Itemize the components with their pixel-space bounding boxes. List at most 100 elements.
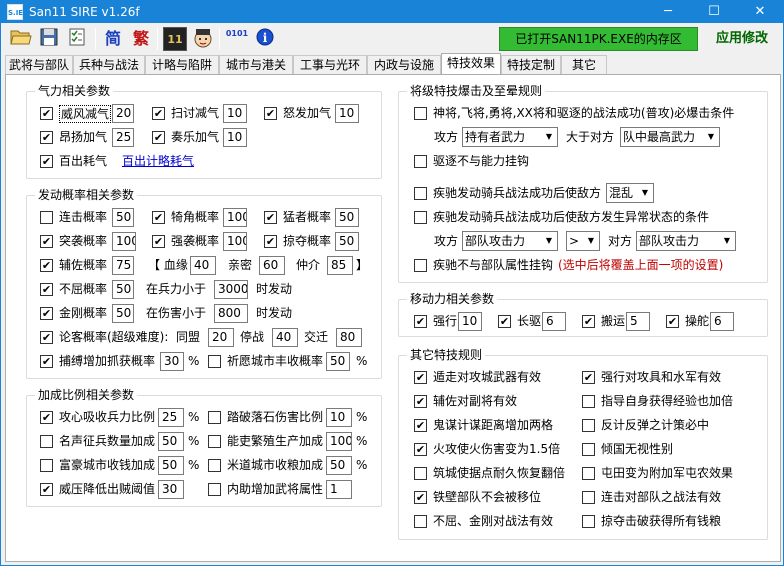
gongxin-checkbox[interactable]: ✔ (40, 411, 53, 424)
lianji-checkbox[interactable] (40, 211, 53, 224)
banyun-input[interactable]: 5 (626, 312, 650, 331)
nengli-checkbox[interactable] (208, 435, 221, 448)
other-left-6-checkbox[interactable] (414, 515, 427, 528)
other-right-4-checkbox[interactable] (582, 467, 595, 480)
qiangxi-checkbox[interactable]: ✔ (152, 235, 165, 248)
changqu-checkbox[interactable]: ✔ (498, 315, 511, 328)
tab-8[interactable]: 其它 (561, 55, 607, 75)
gongxin-input[interactable]: 25 (158, 408, 184, 427)
qiangxing-checkbox[interactable]: ✔ (414, 315, 427, 328)
weiya-checkbox[interactable]: ✔ (40, 483, 53, 496)
tab-3[interactable]: 城市与港关 (219, 55, 293, 75)
midao-checkbox[interactable] (208, 459, 221, 472)
folder-open-icon[interactable] (9, 27, 33, 51)
jijiao-checkbox[interactable]: ✔ (152, 211, 165, 224)
tab-1[interactable]: 兵种与战法 (73, 55, 145, 75)
tapo-checkbox[interactable] (208, 411, 221, 424)
duifang-select[interactable]: 队中最高武力 ▼ (620, 127, 720, 147)
close-button[interactable]: ✕ (737, 1, 783, 23)
tab-7[interactable]: 特技定制 (501, 55, 561, 75)
tongmeng-input[interactable]: 20 (208, 328, 234, 347)
xueyuan-input[interactable]: 40 (190, 256, 216, 275)
jingang-checkbox[interactable]: ✔ (40, 307, 53, 320)
checklist-icon[interactable] (65, 27, 89, 51)
buzuo-input[interactable]: 75 (112, 256, 134, 275)
info-icon[interactable]: i (253, 27, 277, 51)
buqu-checkbox[interactable]: ✔ (40, 283, 53, 296)
buzuo-checkbox[interactable]: ✔ (40, 259, 53, 272)
jiaoqian-input[interactable]: 80 (336, 328, 362, 347)
san11-calc-button[interactable]: 11 (163, 27, 187, 51)
mingsheng-checkbox[interactable] (40, 435, 53, 448)
jingang-threshold-input[interactable]: 800 (214, 304, 248, 323)
qiangxing-input[interactable]: 10 (458, 312, 482, 331)
other-left-0-checkbox[interactable]: ✔ (414, 371, 427, 384)
other-left-5-checkbox[interactable]: ✔ (414, 491, 427, 504)
baichu-checkbox[interactable]: ✔ (40, 155, 53, 168)
angyang-input[interactable]: 25 (112, 128, 134, 147)
mengzhe-checkbox[interactable]: ✔ (264, 211, 277, 224)
save-disk-icon[interactable] (37, 27, 61, 51)
apply-changes-button[interactable]: 应用修改 (703, 27, 781, 51)
neizhu-input[interactable]: 1 (326, 480, 352, 499)
other-right-6-checkbox[interactable] (582, 515, 595, 528)
quzhu-checkbox[interactable] (414, 155, 427, 168)
angyang-checkbox[interactable]: ✔ (40, 131, 53, 144)
tuxi-checkbox[interactable]: ✔ (40, 235, 53, 248)
qiyuan-input[interactable]: 50 (326, 352, 350, 371)
minimize-button[interactable]: ─ (645, 1, 691, 23)
lveduo-checkbox[interactable]: ✔ (264, 235, 277, 248)
traditional-chinese-button[interactable]: 繁 (129, 27, 153, 51)
zouyue-checkbox[interactable]: ✔ (152, 131, 165, 144)
weiya-input[interactable]: 30 (158, 480, 184, 499)
caoduo-input[interactable]: 6 (710, 312, 734, 331)
saotao-input[interactable]: 10 (223, 104, 247, 123)
nufa-input[interactable]: 10 (335, 104, 359, 123)
tab-4[interactable]: 工事与光环 (293, 55, 367, 75)
gongfang2-select[interactable]: 部队攻击力 ▼ (462, 231, 558, 251)
jichi3-checkbox[interactable] (414, 259, 427, 272)
other-left-4-checkbox[interactable] (414, 467, 427, 480)
tapo-input[interactable]: 10 (326, 408, 352, 427)
jichi1-checkbox[interactable] (414, 187, 427, 200)
buqu-input[interactable]: 50 (112, 280, 134, 299)
changqu-input[interactable]: 6 (542, 312, 566, 331)
lveduo-input[interactable]: 50 (335, 232, 359, 251)
tab-6[interactable]: 特技效果 (441, 53, 501, 75)
other-left-1-checkbox[interactable]: ✔ (414, 395, 427, 408)
nufa-checkbox[interactable]: ✔ (264, 107, 277, 120)
other-right-1-checkbox[interactable] (582, 395, 595, 408)
jichi2-checkbox[interactable] (414, 211, 427, 224)
character-face-icon[interactable] (191, 27, 215, 51)
lianji-input[interactable]: 50 (112, 208, 134, 227)
other-right-5-checkbox[interactable] (582, 491, 595, 504)
bufu-checkbox[interactable]: ✔ (40, 355, 53, 368)
simplified-chinese-button[interactable]: 简 (101, 27, 125, 51)
shenjiang-checkbox[interactable] (414, 107, 427, 120)
gongfang-select[interactable]: 持有者武力 ▼ (462, 127, 558, 147)
qinmi-input[interactable]: 60 (259, 256, 285, 275)
fuhao-input[interactable]: 50 (158, 456, 184, 475)
jijiao-input[interactable]: 100 (223, 208, 247, 227)
zouyue-input[interactable]: 10 (223, 128, 247, 147)
mengzhe-input[interactable]: 50 (335, 208, 359, 227)
banyun-checkbox[interactable]: ✔ (582, 315, 595, 328)
title-bar[interactable]: S.IE San11 SIRE v1.26f ─ ☐ ✕ (1, 1, 783, 23)
other-left-3-checkbox[interactable]: ✔ (414, 443, 427, 456)
bufu-input[interactable]: 30 (160, 352, 184, 371)
qiyuan-checkbox[interactable] (208, 355, 221, 368)
zhongjie-input[interactable]: 85 (327, 256, 353, 275)
weifeng-checkbox[interactable]: ✔ (40, 107, 53, 120)
tingzhan-input[interactable]: 40 (272, 328, 298, 347)
caoduo-checkbox[interactable]: ✔ (666, 315, 679, 328)
tab-0[interactable]: 武将与部队 (5, 55, 73, 75)
other-left-2-checkbox[interactable]: ✔ (414, 419, 427, 432)
tab-2[interactable]: 计略与陷阱 (145, 55, 219, 75)
weifeng-input[interactable]: 20 (112, 104, 134, 123)
lunke-checkbox[interactable]: ✔ (40, 331, 53, 344)
duifang2-select[interactable]: 部队攻击力 ▼ (636, 231, 736, 251)
compare-operator-select[interactable]: > ▼ (566, 231, 600, 251)
qiangxi-input[interactable]: 100 (223, 232, 247, 251)
binary-memory-button[interactable]: 0101 (225, 27, 249, 51)
tab-5[interactable]: 内政与设施 (367, 55, 441, 75)
